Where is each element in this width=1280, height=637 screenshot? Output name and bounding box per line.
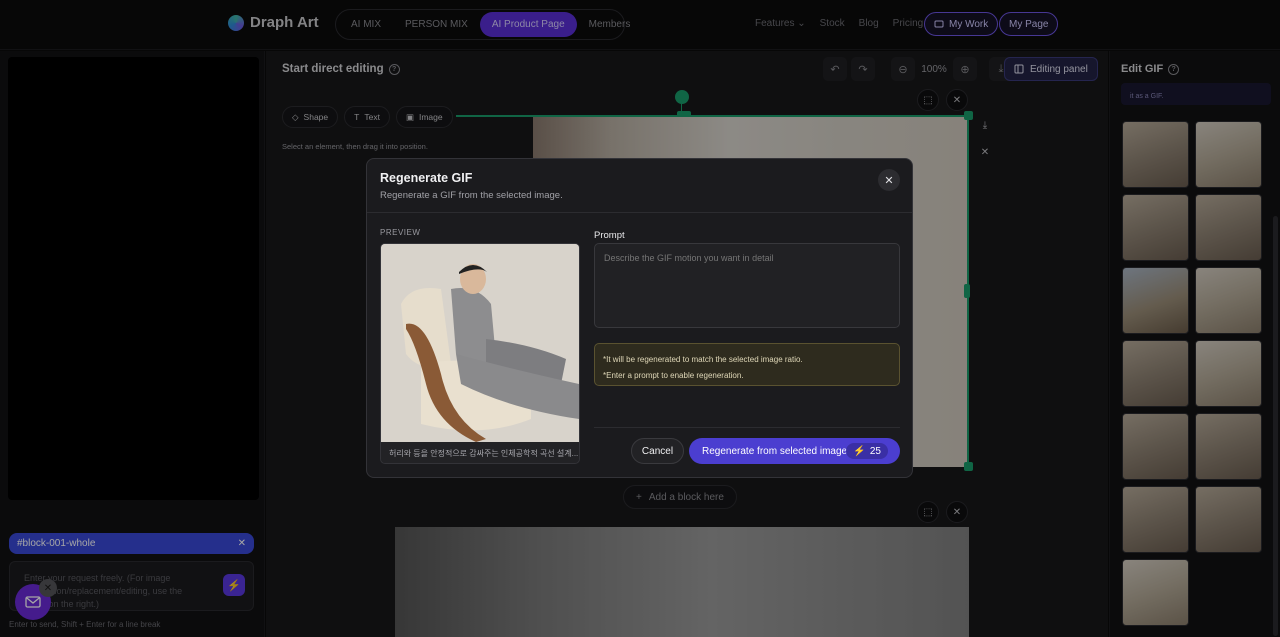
- regenerate-button[interactable]: Regenerate from selected image ⚡ 25: [689, 438, 900, 464]
- footer-divider: [594, 427, 900, 428]
- preview-image: [381, 244, 579, 442]
- regenerate-gif-dialog: Regenerate GIF Regenerate a GIF from the…: [366, 158, 913, 478]
- cancel-button[interactable]: Cancel: [631, 438, 684, 464]
- preview-caption: 허리와 등을 안정적으로 감싸주는 인체공학적 곡선 설계...: [381, 442, 579, 463]
- dialog-title: Regenerate GIF: [380, 171, 473, 185]
- dialog-subtitle: Regenerate a GIF from the selected image…: [380, 190, 563, 201]
- preview-card: 허리와 등을 안정적으로 감싸주는 인체공학적 곡선 설계...: [380, 243, 580, 464]
- close-dialog-icon[interactable]: ✕: [878, 169, 900, 191]
- regeneration-notice: *It will be regenerated to match the sel…: [594, 343, 900, 386]
- preview-label: PREVIEW: [380, 228, 421, 237]
- notice-prompt-required: *Enter a prompt to enable regeneration.: [603, 371, 744, 380]
- notice-ratio: *It will be regenerated to match the sel…: [603, 355, 803, 364]
- prompt-textarea[interactable]: [594, 243, 900, 328]
- chair-person-illustration: [381, 244, 579, 442]
- prompt-label: Prompt: [594, 230, 625, 241]
- lightning-icon: ⚡: [853, 445, 866, 457]
- credit-cost-badge: ⚡ 25: [846, 443, 888, 459]
- dialog-divider: [367, 212, 912, 213]
